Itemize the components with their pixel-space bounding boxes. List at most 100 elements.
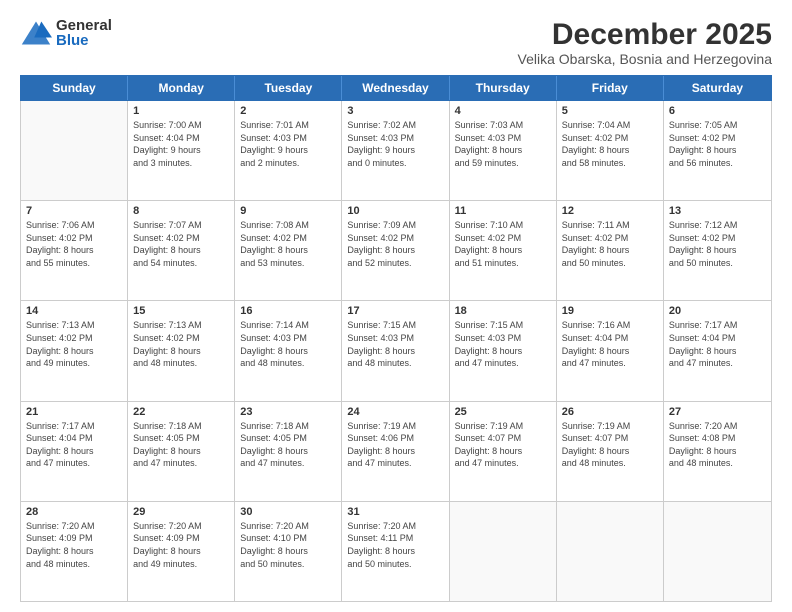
cell-info: Sunrise: 7:15 AMSunset: 4:03 PMDaylight:… [455, 319, 551, 369]
calendar: SundayMondayTuesdayWednesdayThursdayFrid… [20, 75, 772, 602]
calendar-cell: 14 Sunrise: 7:13 AMSunset: 4:02 PMDayligh… [21, 301, 128, 400]
calendar-cell: 7Sunrise: 7:06 AMSunset: 4:02 PMDaylight… [21, 201, 128, 300]
cell-info: Sunrise: 7:18 AMSunset: 4:05 PMDaylight:… [133, 420, 229, 470]
cell-info: Sunrise: 7:20 AMSunset: 4:11 PMDaylight:… [347, 520, 443, 570]
cell-info: Sunrise: 7:17 AMSunset: 4:04 PMDaylight:… [669, 319, 766, 369]
cell-day-number: 13 [669, 205, 766, 217]
cell-day-number: 6 [669, 105, 766, 117]
cell-day-number: 21 [26, 406, 122, 418]
calendar-cell: 25 Sunrise: 7:19 AMSunset: 4:07 PMDayligh… [450, 402, 557, 501]
cell-day-number: 29 [133, 506, 229, 518]
calendar-row-3: 14 Sunrise: 7:13 AMSunset: 4:02 PMDayligh… [21, 301, 771, 401]
calendar-cell: 8Sunrise: 7:07 AMSunset: 4:02 PMDaylight… [128, 201, 235, 300]
cell-day-number: 7 [26, 205, 122, 217]
calendar-cell: 24 Sunrise: 7:19 AMSunset: 4:06 PMDayligh… [342, 402, 449, 501]
cell-info: Sunrise: 7:08 AMSunset: 4:02 PMDaylight:… [240, 219, 336, 269]
calendar-cell: 20 Sunrise: 7:17 AMSunset: 4:04 PMDayligh… [664, 301, 771, 400]
calendar-cell: 21 Sunrise: 7:17 AMSunset: 4:04 PMDayligh… [21, 402, 128, 501]
header-day-friday: Friday [557, 76, 664, 100]
calendar-row-5: 28 Sunrise: 7:20 AMSunset: 4:09 PMDayligh… [21, 502, 771, 601]
calendar-row-1: 1 Sunrise: 7:00 AMSunset: 4:04 PMDaylight… [21, 101, 771, 201]
cell-info: Sunrise: 7:09 AMSunset: 4:02 PMDaylight:… [347, 219, 443, 269]
cell-day-number: 23 [240, 406, 336, 418]
calendar-cell: 10 Sunrise: 7:09 AMSunset: 4:02 PMDayligh… [342, 201, 449, 300]
month-title: December 2025 [518, 18, 772, 51]
cell-day-number: 1 [133, 105, 229, 117]
cell-day-number: 15 [133, 305, 229, 317]
calendar-cell: 26Sunrise: 7:19 AMSunset: 4:07 PMDayligh… [557, 402, 664, 501]
calendar-cell [450, 502, 557, 601]
cell-day-number: 8 [133, 205, 229, 217]
cell-day-number: 17 [347, 305, 443, 317]
calendar-cell: 11 Sunrise: 7:10 AMSunset: 4:02 PMDayligh… [450, 201, 557, 300]
logo-blue-text: Blue [56, 33, 112, 48]
cell-day-number: 28 [26, 506, 122, 518]
cell-info: Sunrise: 7:18 AMSunset: 4:05 PMDaylight:… [240, 420, 336, 470]
calendar-cell: 4 Sunrise: 7:03 AMSunset: 4:03 PMDaylight… [450, 101, 557, 200]
cell-info: Sunrise: 7:13 AMSunset: 4:02 PMDaylight:… [26, 319, 122, 369]
location: Velika Obarska, Bosnia and Herzegovina [518, 51, 772, 67]
cell-info: Sunrise: 7:20 AMSunset: 4:09 PMDaylight:… [133, 520, 229, 570]
cell-day-number: 16 [240, 305, 336, 317]
cell-info: Sunrise: 7:12 AMSunset: 4:02 PMDaylight:… [669, 219, 766, 269]
cell-info: Sunrise: 7:20 AMSunset: 4:09 PMDaylight:… [26, 520, 122, 570]
header: General Blue December 2025 Velika Obarsk… [20, 18, 772, 67]
calendar-cell [557, 502, 664, 601]
cell-day-number: 27 [669, 406, 766, 418]
logo-general-text: General [56, 18, 112, 33]
calendar-cell [664, 502, 771, 601]
cell-day-number: 14 [26, 305, 122, 317]
header-day-tuesday: Tuesday [235, 76, 342, 100]
calendar-body: 1 Sunrise: 7:00 AMSunset: 4:04 PMDaylight… [20, 101, 772, 602]
cell-day-number: 19 [562, 305, 658, 317]
cell-day-number: 4 [455, 105, 551, 117]
calendar-cell: 12 Sunrise: 7:11 AMSunset: 4:02 PMDayligh… [557, 201, 664, 300]
logo: General Blue [20, 18, 112, 48]
cell-day-number: 20 [669, 305, 766, 317]
cell-info: Sunrise: 7:17 AMSunset: 4:04 PMDaylight:… [26, 420, 122, 470]
cell-info: Sunrise: 7:19 AMSunset: 4:06 PMDaylight:… [347, 420, 443, 470]
cell-info: Sunrise: 7:14 AMSunset: 4:03 PMDaylight:… [240, 319, 336, 369]
cell-info: Sunrise: 7:20 AMSunset: 4:10 PMDaylight:… [240, 520, 336, 570]
cell-info: Sunrise: 7:01 AMSunset: 4:03 PMDaylight:… [240, 119, 336, 169]
calendar-cell: 18Sunrise: 7:15 AMSunset: 4:03 PMDayligh… [450, 301, 557, 400]
cell-info: Sunrise: 7:03 AMSunset: 4:03 PMDaylight:… [455, 119, 551, 169]
cell-day-number: 11 [455, 205, 551, 217]
cell-info: Sunrise: 7:20 AMSunset: 4:08 PMDaylight:… [669, 420, 766, 470]
calendar-cell: 29 Sunrise: 7:20 AMSunset: 4:09 PMDayligh… [128, 502, 235, 601]
calendar-cell: 23 Sunrise: 7:18 AMSunset: 4:05 PMDayligh… [235, 402, 342, 501]
calendar-header: SundayMondayTuesdayWednesdayThursdayFrid… [20, 75, 772, 101]
cell-day-number: 26 [562, 406, 658, 418]
cell-day-number: 3 [347, 105, 443, 117]
calendar-cell: 6 Sunrise: 7:05 AMSunset: 4:02 PMDaylight… [664, 101, 771, 200]
cell-day-number: 22 [133, 406, 229, 418]
calendar-cell: 31 Sunrise: 7:20 AMSunset: 4:11 PMDayligh… [342, 502, 449, 601]
title-block: December 2025 Velika Obarska, Bosnia and… [518, 18, 772, 67]
cell-info: Sunrise: 7:19 AMSunset: 4:07 PMDaylight:… [455, 420, 551, 470]
cell-info: Sunrise: 7:10 AMSunset: 4:02 PMDaylight:… [455, 219, 551, 269]
calendar-cell: 13 Sunrise: 7:12 AMSunset: 4:02 PMDayligh… [664, 201, 771, 300]
calendar-cell: 22 Sunrise: 7:18 AMSunset: 4:05 PMDayligh… [128, 402, 235, 501]
calendar-row-4: 21 Sunrise: 7:17 AMSunset: 4:04 PMDayligh… [21, 402, 771, 502]
cell-day-number: 9 [240, 205, 336, 217]
header-day-saturday: Saturday [664, 76, 771, 100]
calendar-cell: 19Sunrise: 7:16 AMSunset: 4:04 PMDayligh… [557, 301, 664, 400]
cell-info: Sunrise: 7:05 AMSunset: 4:02 PMDaylight:… [669, 119, 766, 169]
logo-icon [20, 19, 52, 47]
cell-info: Sunrise: 7:00 AMSunset: 4:04 PMDaylight:… [133, 119, 229, 169]
cell-info: Sunrise: 7:11 AMSunset: 4:02 PMDaylight:… [562, 219, 658, 269]
cell-info: Sunrise: 7:15 AMSunset: 4:03 PMDaylight:… [347, 319, 443, 369]
calendar-cell: 27 Sunrise: 7:20 AMSunset: 4:08 PMDayligh… [664, 402, 771, 501]
cell-day-number: 10 [347, 205, 443, 217]
header-day-monday: Monday [128, 76, 235, 100]
calendar-cell [21, 101, 128, 200]
cell-day-number: 24 [347, 406, 443, 418]
page: General Blue December 2025 Velika Obarsk… [0, 0, 792, 612]
cell-day-number: 25 [455, 406, 551, 418]
cell-day-number: 12 [562, 205, 658, 217]
cell-info: Sunrise: 7:04 AMSunset: 4:02 PMDaylight:… [562, 119, 658, 169]
cell-day-number: 31 [347, 506, 443, 518]
calendar-row-2: 7Sunrise: 7:06 AMSunset: 4:02 PMDaylight… [21, 201, 771, 301]
logo-text: General Blue [56, 18, 112, 48]
cell-day-number: 2 [240, 105, 336, 117]
